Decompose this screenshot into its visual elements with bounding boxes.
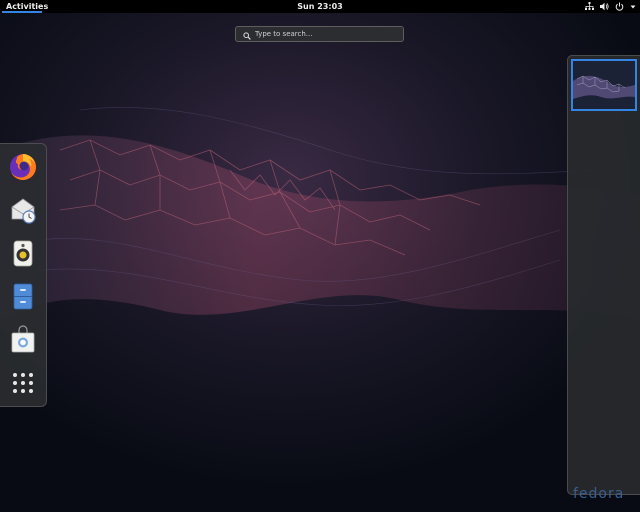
workspace-preview xyxy=(573,61,635,109)
shopping-bag-icon xyxy=(11,325,35,353)
show-applications-button[interactable] xyxy=(6,366,40,400)
files-launcher[interactable] xyxy=(6,279,40,313)
file-cabinet-icon xyxy=(13,283,33,310)
evolution-launcher[interactable] xyxy=(6,193,40,227)
volume-icon xyxy=(600,2,609,11)
software-launcher[interactable] xyxy=(6,322,40,356)
app-grid-icon xyxy=(13,373,33,393)
workspace-thumbnail[interactable] xyxy=(571,59,637,111)
top-bar: Activities Sun 23:03 xyxy=(0,0,640,13)
power-icon xyxy=(615,2,624,11)
desktop-wallpaper xyxy=(0,0,640,512)
search-icon xyxy=(236,25,255,44)
mail-clock-icon xyxy=(11,198,36,224)
overview-search[interactable] xyxy=(235,26,404,42)
speaker-icon xyxy=(13,240,33,267)
workspace-switcher xyxy=(567,55,640,495)
firefox-icon xyxy=(10,154,36,180)
dash xyxy=(0,143,47,407)
network-icon xyxy=(585,2,594,11)
system-menu[interactable] xyxy=(585,0,636,13)
chevron-down-icon xyxy=(630,4,636,10)
firefox-launcher[interactable] xyxy=(6,150,40,184)
clock[interactable]: Sun 23:03 xyxy=(0,0,640,13)
fedora-watermark: fedora xyxy=(573,486,625,502)
search-input[interactable] xyxy=(255,30,385,38)
rhythmbox-launcher[interactable] xyxy=(6,236,40,270)
